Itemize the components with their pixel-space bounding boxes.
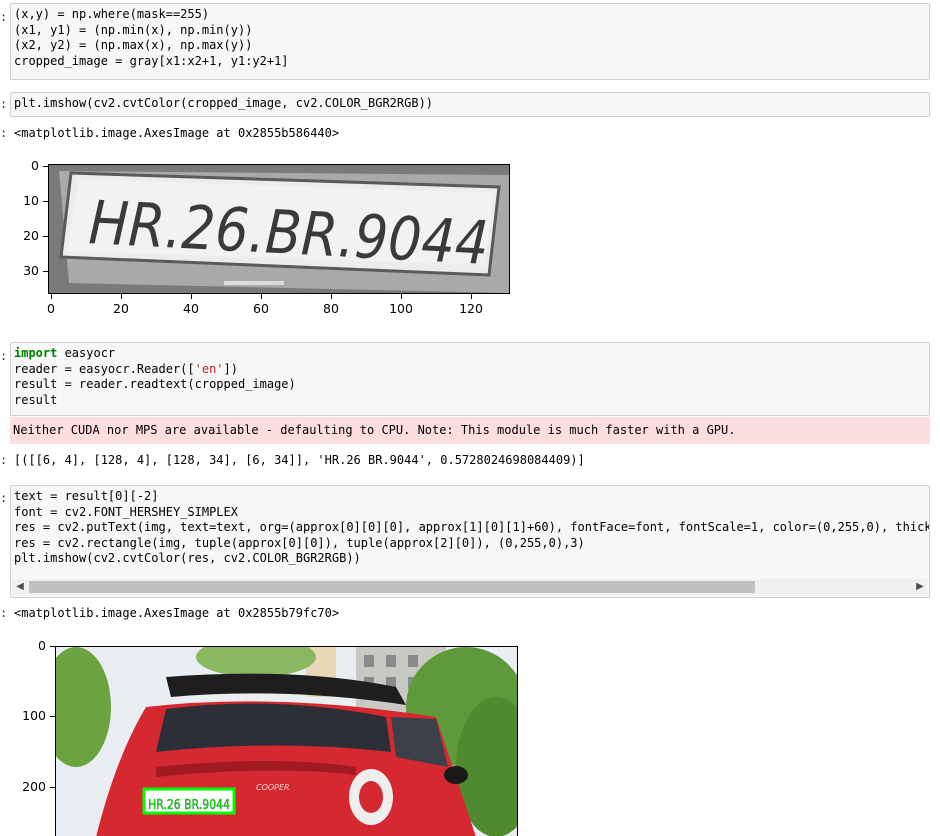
code-line: result <box>14 392 58 407</box>
y-tick-label: 10 <box>23 193 39 208</box>
code-line: plt.imshow(cv2.cvtColor(res, cv2.COLOR_B… <box>14 551 361 566</box>
car-axes: HR.26 BR.9044 COOPER <box>55 646 518 836</box>
plate-overlay-text: HR.26 BR.9044 <box>148 798 230 813</box>
horizontal-scrollbar[interactable]: ◀ ▶ <box>13 579 927 595</box>
brand-text: COOPER <box>256 783 290 792</box>
code-cell-crop[interactable]: (x,y) = np.where(mask==255) (x1, y1) = (… <box>10 3 930 80</box>
cell-prompt: : <box>0 349 8 363</box>
cell-prompt: : <box>0 97 8 111</box>
scrollbar-thumb[interactable] <box>29 581 755 593</box>
car-image: HR.26 BR.9044 COOPER <box>56 647 517 836</box>
code-cell-imshow[interactable]: plt.imshow(cv2.cvtColor(cropped_image, c… <box>10 92 930 117</box>
output-prompt: : <box>0 606 8 620</box>
x-tick-label: 20 <box>113 301 129 316</box>
output-prompt: : <box>0 126 8 140</box>
ocr-result-output: [([[6, 4], [128, 4], [128, 34], [6, 34]]… <box>14 453 585 467</box>
code-cell-easyocr[interactable]: import easyocr reader = easyocr.Reader([… <box>10 342 930 416</box>
code-line: plt.imshow(cv2.cvtColor(cropped_image, c… <box>14 96 434 110</box>
y-tick-label: 20 <box>23 228 39 243</box>
y-tick-label: 0 <box>38 638 46 653</box>
code-line: reader = easyocr.Reader(['en']) <box>14 361 238 376</box>
code-line: (x,y) = np.where(mask==255) <box>14 7 210 21</box>
code-line: (x2, y2) = (np.max(x), np.max(y)) <box>14 38 253 53</box>
y-tick-label: 200 <box>22 779 46 794</box>
y-tick-label: 100 <box>22 708 46 723</box>
x-tick-label: 120 <box>459 301 483 316</box>
code-line: import easyocr <box>14 346 116 360</box>
y-tick-label: 0 <box>31 158 39 173</box>
plate-plot: HR.26.BR.9044 0 10 20 30 0 20 40 60 80 1… <box>0 155 520 325</box>
code-line: text = result[0][-2] <box>14 489 159 503</box>
code-cell-draw[interactable]: text = result[0][-2] font = cv2.FONT_HER… <box>10 485 930 598</box>
x-tick-label: 60 <box>253 301 269 316</box>
code-line: res = cv2.putText(img, text=text, org=(a… <box>14 520 930 535</box>
scroll-right-icon[interactable]: ▶ <box>913 579 927 595</box>
output-text: <matplotlib.image.AxesImage at 0x2855b79… <box>14 606 340 620</box>
x-tick-label: 80 <box>323 301 339 316</box>
output-prompt: : <box>0 453 8 467</box>
x-tick-label: 0 <box>47 301 55 316</box>
cell-prompt: : <box>0 491 8 505</box>
code-line: (x1, y1) = (np.min(x), np.min(y)) <box>14 22 253 37</box>
cell-prompt: : <box>0 10 8 24</box>
plate-image: HR.26.BR.9044 <box>49 165 509 293</box>
stderr-warning: Neither CUDA nor MPS are available - def… <box>10 417 930 444</box>
plate-axes: HR.26.BR.9044 <box>48 164 510 294</box>
x-tick-label: 100 <box>389 301 413 316</box>
car-plot: HR.26 BR.9044 COOPER 0 100 200 <box>0 638 530 836</box>
x-tick-label: 40 <box>183 301 199 316</box>
y-tick-label: 30 <box>23 263 39 278</box>
keyword-import: import <box>14 346 58 360</box>
code-line: res = cv2.rectangle(img, tuple(approx[0]… <box>14 535 585 550</box>
code-line: cropped_image = gray[x1:x2+1, y1:y2+1] <box>14 53 289 68</box>
code-line: font = cv2.FONT_HERSHEY_SIMPLEX <box>14 504 238 519</box>
scroll-left-icon[interactable]: ◀ <box>13 579 27 595</box>
code-line: result = reader.readtext(cropped_image) <box>14 377 296 392</box>
output-text: <matplotlib.image.AxesImage at 0x2855b58… <box>14 126 340 140</box>
